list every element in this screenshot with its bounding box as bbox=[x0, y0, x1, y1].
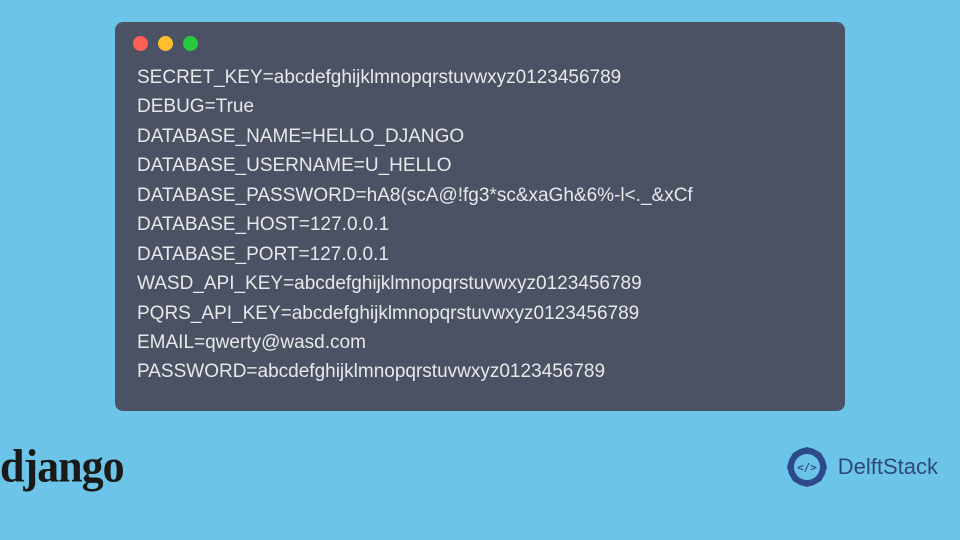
maximize-icon[interactable] bbox=[183, 36, 198, 51]
delftstack-badge-icon: </> bbox=[784, 444, 830, 490]
env-line: DEBUG=True bbox=[137, 92, 823, 121]
env-line: PQRS_API_KEY=abcdefghijklmnopqrstuvwxyz0… bbox=[137, 299, 823, 328]
env-line: EMAIL=qwerty@wasd.com bbox=[137, 328, 823, 357]
env-line: DATABASE_PORT=127.0.0.1 bbox=[137, 240, 823, 269]
django-logo: django bbox=[0, 440, 124, 494]
minimize-icon[interactable] bbox=[158, 36, 173, 51]
code-content: SECRET_KEY=abcdefghijklmnopqrstuvwxyz012… bbox=[115, 59, 845, 387]
terminal-window: SECRET_KEY=abcdefghijklmnopqrstuvwxyz012… bbox=[115, 22, 845, 411]
env-line: DATABASE_USERNAME=U_HELLO bbox=[137, 151, 823, 180]
env-line: PASSWORD=abcdefghijklmnopqrstuvwxyz01234… bbox=[137, 357, 823, 386]
env-line: DATABASE_HOST=127.0.0.1 bbox=[137, 210, 823, 239]
env-line: DATABASE_PASSWORD=hA8(scA@!fg3*sc&xaGh&6… bbox=[137, 181, 823, 210]
env-line: WASD_API_KEY=abcdefghijklmnopqrstuvwxyz0… bbox=[137, 269, 823, 298]
delftstack-text: DelftStack bbox=[838, 454, 938, 480]
env-line: DATABASE_NAME=HELLO_DJANGO bbox=[137, 122, 823, 151]
close-icon[interactable] bbox=[133, 36, 148, 51]
delftstack-logo: </> DelftStack bbox=[784, 444, 938, 490]
svg-text:</>: </> bbox=[797, 461, 817, 474]
env-line: SECRET_KEY=abcdefghijklmnopqrstuvwxyz012… bbox=[137, 63, 823, 92]
window-controls bbox=[115, 22, 845, 59]
